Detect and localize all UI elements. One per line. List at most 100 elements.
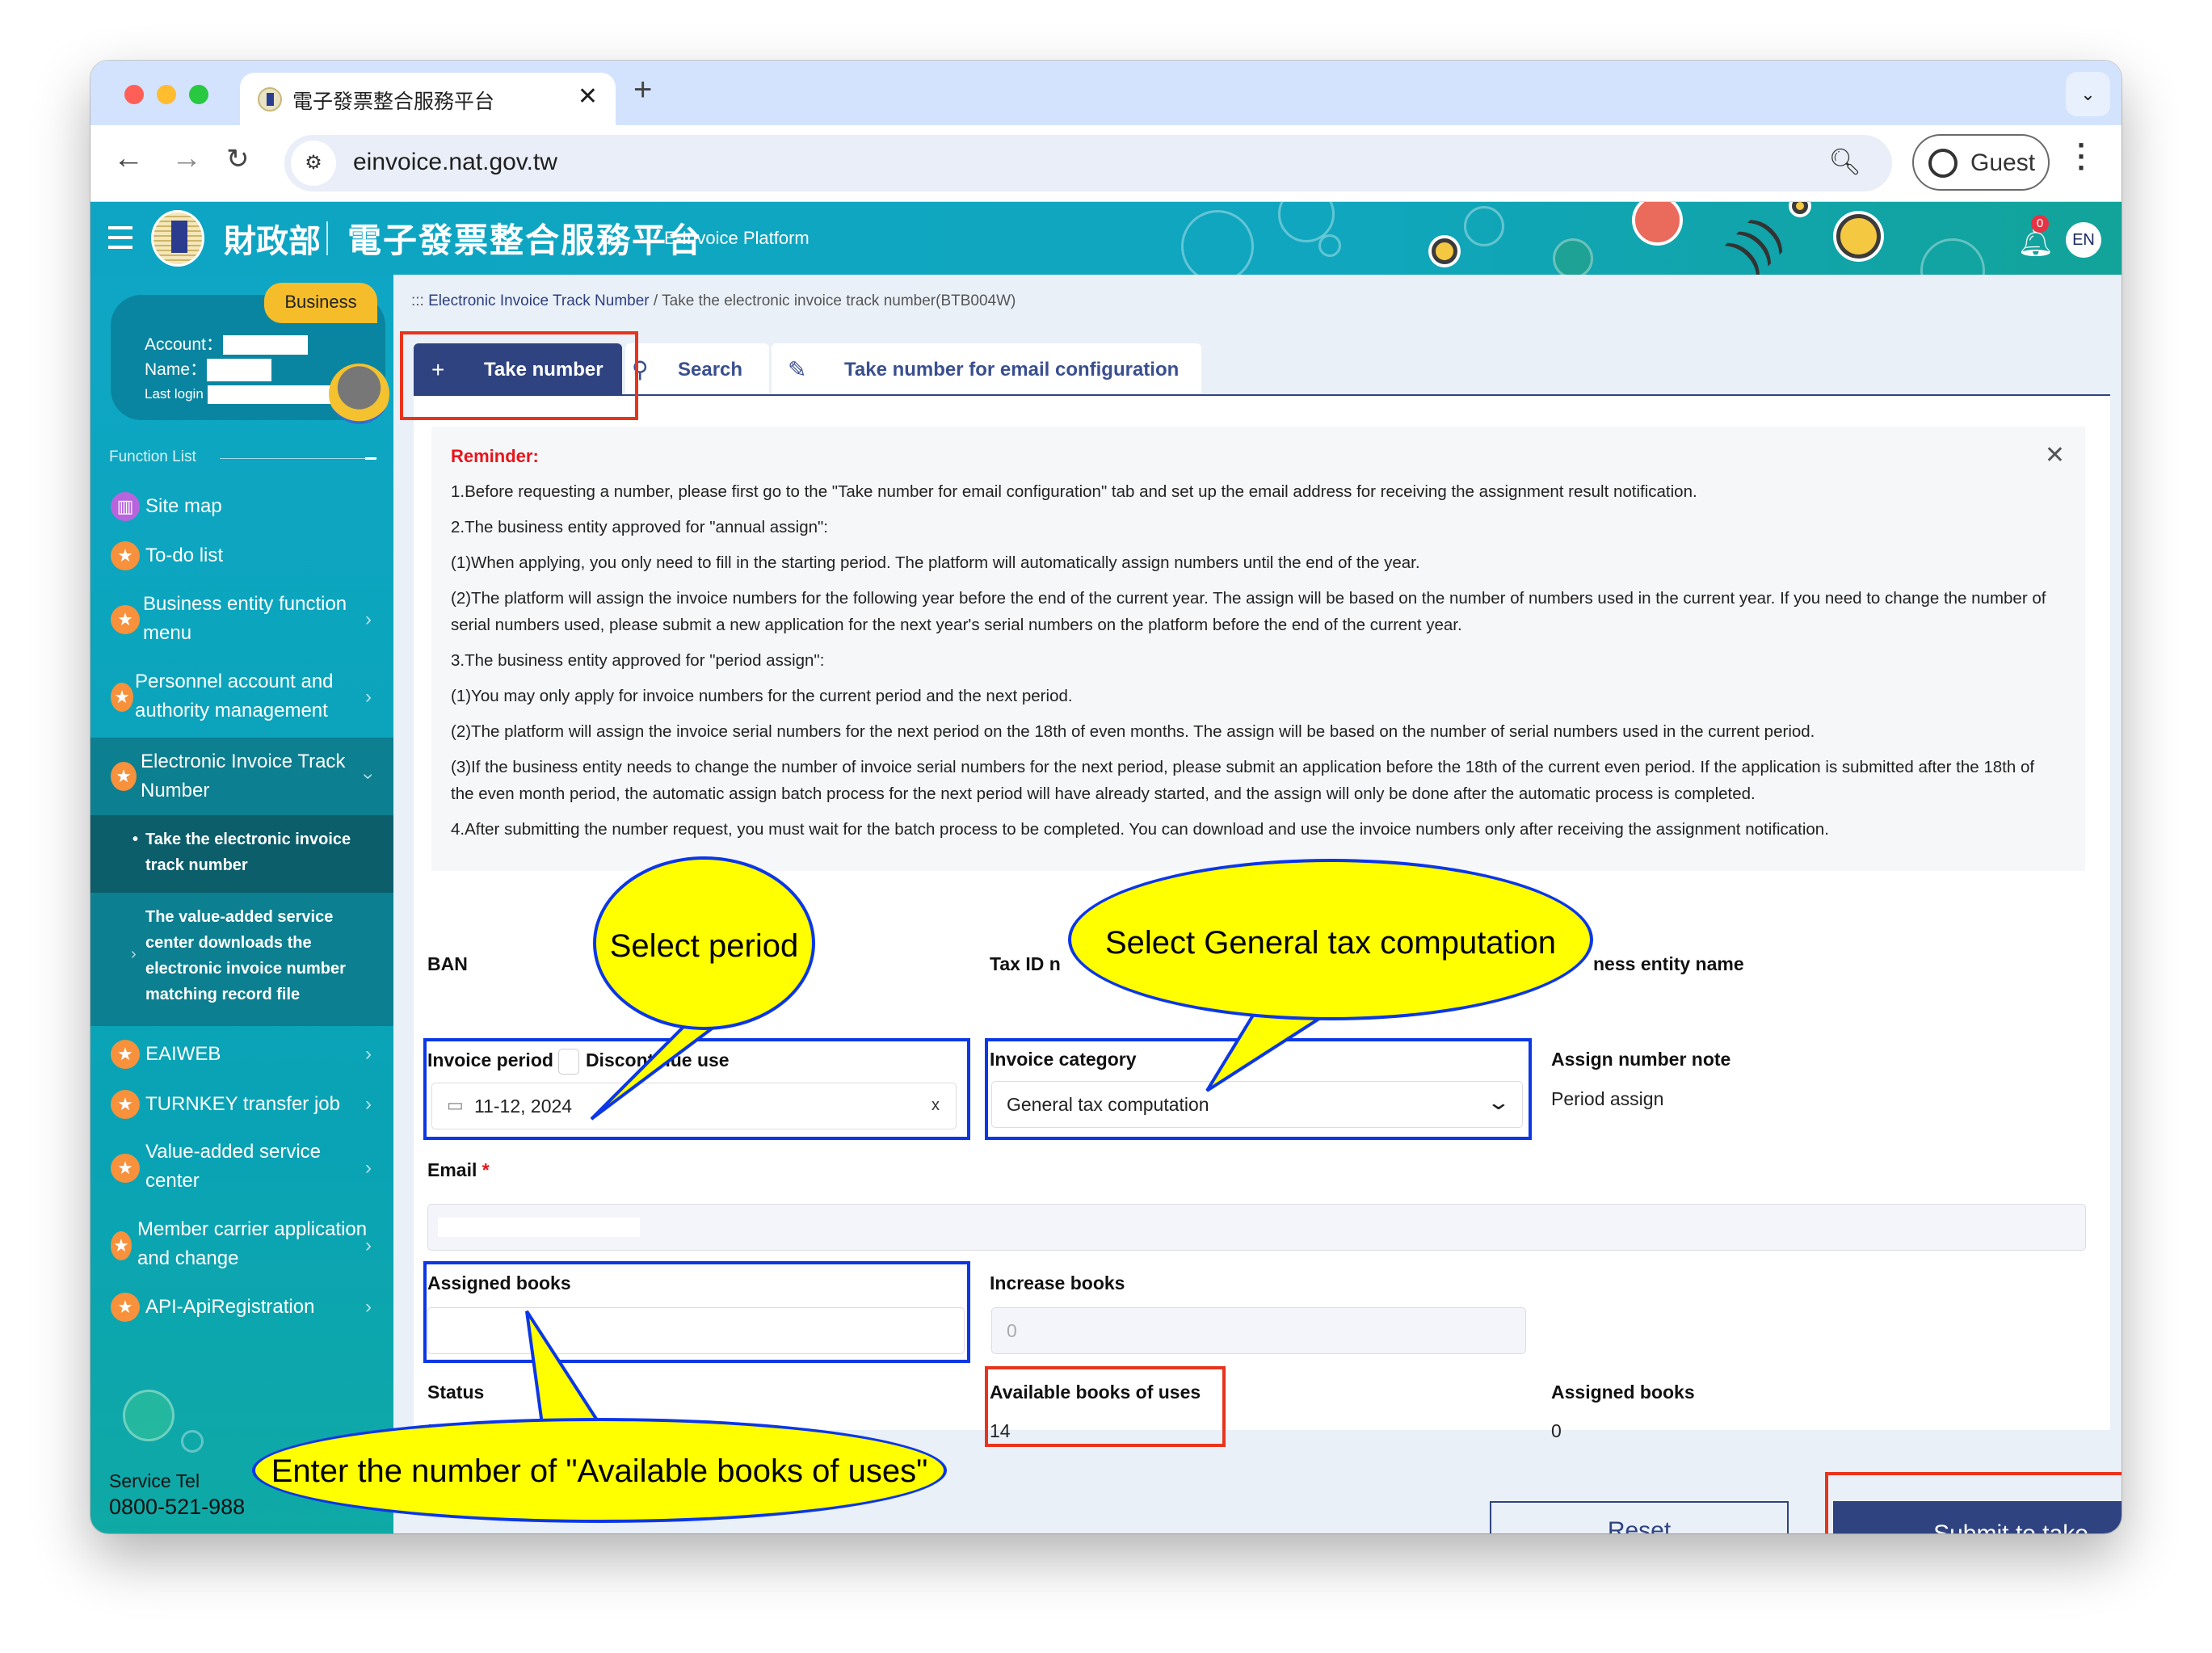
zoom-icon[interactable]: 🔍︎ <box>1828 146 1861 177</box>
callout-select-period: Select period <box>593 856 815 1030</box>
increase-books-input[interactable]: 0 <box>991 1307 1526 1354</box>
decor-circle <box>1920 238 1985 275</box>
email-redacted <box>438 1218 640 1237</box>
notification-count-badge: 0 <box>2031 215 2049 233</box>
reload-icon[interactable]: ↻ <box>226 143 250 175</box>
chevron-right-icon: › <box>365 1296 372 1318</box>
tab-search[interactable]: ⚲ Search <box>625 343 769 396</box>
browser-window: 電子發票整合服務平台 ✕ + ⌄ ← → ↻ ⚙ einvoice.nat.go… <box>90 61 2122 1533</box>
hamburger-menu-icon[interactable] <box>108 226 132 249</box>
decor-circle <box>181 1430 204 1453</box>
sidebar-item-member-carrier[interactable]: ★ Member carrier application and change … <box>90 1207 393 1281</box>
star-icon: ★ <box>111 605 140 634</box>
name-row: Name： <box>145 356 272 382</box>
tax-id-label: Tax ID n <box>990 953 1061 974</box>
highlight-submit-button <box>1825 1472 2122 1533</box>
entity-name-label: ness entity name <box>1593 953 1744 974</box>
account-label: Account： <box>145 335 223 354</box>
sidebar-subitem-vas-download[interactable]: › The value-added service center downloa… <box>90 893 393 1026</box>
bullet-icon: • <box>132 831 139 848</box>
reminder-line: (1)When applying, you only need to fill … <box>451 553 1420 572</box>
sidebar-item-api-registration[interactable]: ★ API-ApiRegistration › <box>90 1283 393 1331</box>
service-tel-number[interactable]: 0800-521-988 <box>109 1495 245 1520</box>
invoice-period-picker[interactable]: ▭ 11-12, 2024 x <box>431 1083 957 1129</box>
ministry-logo[interactable] <box>151 210 204 267</box>
chevron-right-icon: › <box>365 1093 372 1115</box>
reset-button[interactable]: Reset <box>1490 1501 1789 1533</box>
star-icon: ★ <box>111 1293 140 1322</box>
reminder-box: Reminder: ✕ 1.Before requesting a number… <box>431 427 2085 871</box>
sidebar-item-electronic-invoice-track-number[interactable]: ★ Electronic Invoice Track Number › <box>90 738 393 815</box>
status-label: Status <box>427 1382 485 1403</box>
available-books-label: Available books of uses <box>990 1382 1201 1403</box>
reminder-line: (2)The platform will assign the invoice … <box>451 589 2046 634</box>
sidebar-item-value-added-service-center[interactable]: ★ Value-added service center › <box>90 1129 393 1204</box>
assigned-books-summary-value: 0 <box>1551 1420 1562 1441</box>
highlight-available-books <box>985 1366 1226 1447</box>
breadcrumb-separator: / <box>653 292 658 309</box>
profile-icon <box>1928 149 1958 178</box>
reminder-line: (2)The platform will assign the invoice … <box>451 722 1815 741</box>
star-icon: ★ <box>111 1231 132 1260</box>
tab-email-configuration[interactable]: ✎ Take number for email configuration <box>772 343 1201 396</box>
decor-circle <box>1553 238 1593 275</box>
sidebar-item-business-entity-function-menu[interactable]: ★ Business entity function menu › <box>90 582 393 656</box>
tab-title: 電子發票整合服務平台 <box>292 90 495 113</box>
sidebar: Account： Name： Last login Business Funct… <box>90 275 393 1533</box>
forward-icon[interactable]: → <box>171 141 202 176</box>
tab-search-dropdown[interactable]: ⌄ <box>2066 72 2110 116</box>
account-redacted <box>222 335 308 355</box>
star-icon: ★ <box>111 683 133 712</box>
invoice-category-select[interactable]: General tax computation ⌄ <box>991 1081 1523 1128</box>
email-field[interactable] <box>427 1204 2086 1251</box>
map-icon: ▥ <box>111 492 140 521</box>
back-icon[interactable]: ← <box>113 141 144 176</box>
sidebar-item-personnel-account[interactable]: ★ Personnel account and authority manage… <box>90 659 393 734</box>
sidebar-item-todo-list[interactable]: ★ To-do list <box>90 536 393 576</box>
sidebar-item-turnkey[interactable]: ★ TURNKEY transfer job › <box>90 1080 393 1129</box>
star-icon: ★ <box>111 1040 140 1069</box>
sidebar-subitem-take-track-number[interactable]: • Take the electronic invoice track numb… <box>90 815 393 893</box>
platform-subtitle: E-Invoice Platform <box>664 228 810 248</box>
profile-button[interactable]: Guest <box>1912 134 2050 191</box>
address-bar[interactable]: ⚙ einvoice.nat.gov.tw 🔍︎ <box>284 135 1892 191</box>
star-icon: ★ <box>111 541 140 570</box>
profile-label: Guest <box>1970 149 2036 176</box>
function-list-collapse-icon[interactable] <box>365 457 376 460</box>
invoice-period-value: 11-12, 2024 <box>474 1096 573 1117</box>
reminder-line: (3)If the business entity needs to chang… <box>451 758 2035 803</box>
required-marker: * <box>482 1159 490 1180</box>
decor-circle <box>1181 210 1254 275</box>
last-login-row: Last login <box>145 385 334 404</box>
function-list-heading: Function List <box>109 448 196 465</box>
assign-note-value: Period assign <box>1551 1088 1664 1109</box>
sidebar-item-eaiweb[interactable]: ★ EAIWEB › <box>90 1030 393 1079</box>
url-text[interactable]: einvoice.nat.gov.tw <box>353 149 557 176</box>
account-row: Account： <box>145 331 308 355</box>
reminder-close-icon[interactable]: ✕ <box>2045 441 2065 469</box>
window-minimize-button[interactable] <box>157 85 176 104</box>
new-tab-button[interactable]: + <box>633 72 652 108</box>
coin-icon <box>1792 202 1808 214</box>
clear-period-icon[interactable]: x <box>931 1096 940 1115</box>
browser-menu-icon[interactable]: · · · <box>2074 131 2090 183</box>
language-toggle-button[interactable]: EN <box>2066 222 2101 258</box>
discontinue-use-checkbox[interactable] <box>557 1049 579 1075</box>
ban-label: BAN <box>427 953 468 974</box>
window-close-button[interactable] <box>124 85 144 104</box>
function-list-divider <box>220 458 373 459</box>
star-icon: ★ <box>111 1090 140 1119</box>
window-zoom-button[interactable] <box>189 85 208 104</box>
wifi-icon: ))) <box>1718 205 1791 275</box>
sidebar-item-site-map[interactable]: ▥ Site map <box>90 486 393 527</box>
site-info-icon[interactable]: ⚙ <box>291 141 336 186</box>
chevron-down-icon: ⌄ <box>1486 1090 1512 1114</box>
breadcrumb-parent-link[interactable]: Electronic Invoice Track Number <box>428 292 650 309</box>
callout-enter-books: Enter the number of "Available books of … <box>252 1418 947 1523</box>
browser-tab[interactable]: 電子發票整合服務平台 ✕ <box>240 73 616 127</box>
platform-title[interactable]: 電子發票整合服務平台 <box>347 213 703 263</box>
tab-close-icon[interactable]: ✕ <box>578 82 598 111</box>
assigned-books-input[interactable] <box>427 1307 965 1354</box>
last-login-redacted <box>207 385 334 404</box>
increase-books-label: Increase books <box>990 1272 1125 1293</box>
